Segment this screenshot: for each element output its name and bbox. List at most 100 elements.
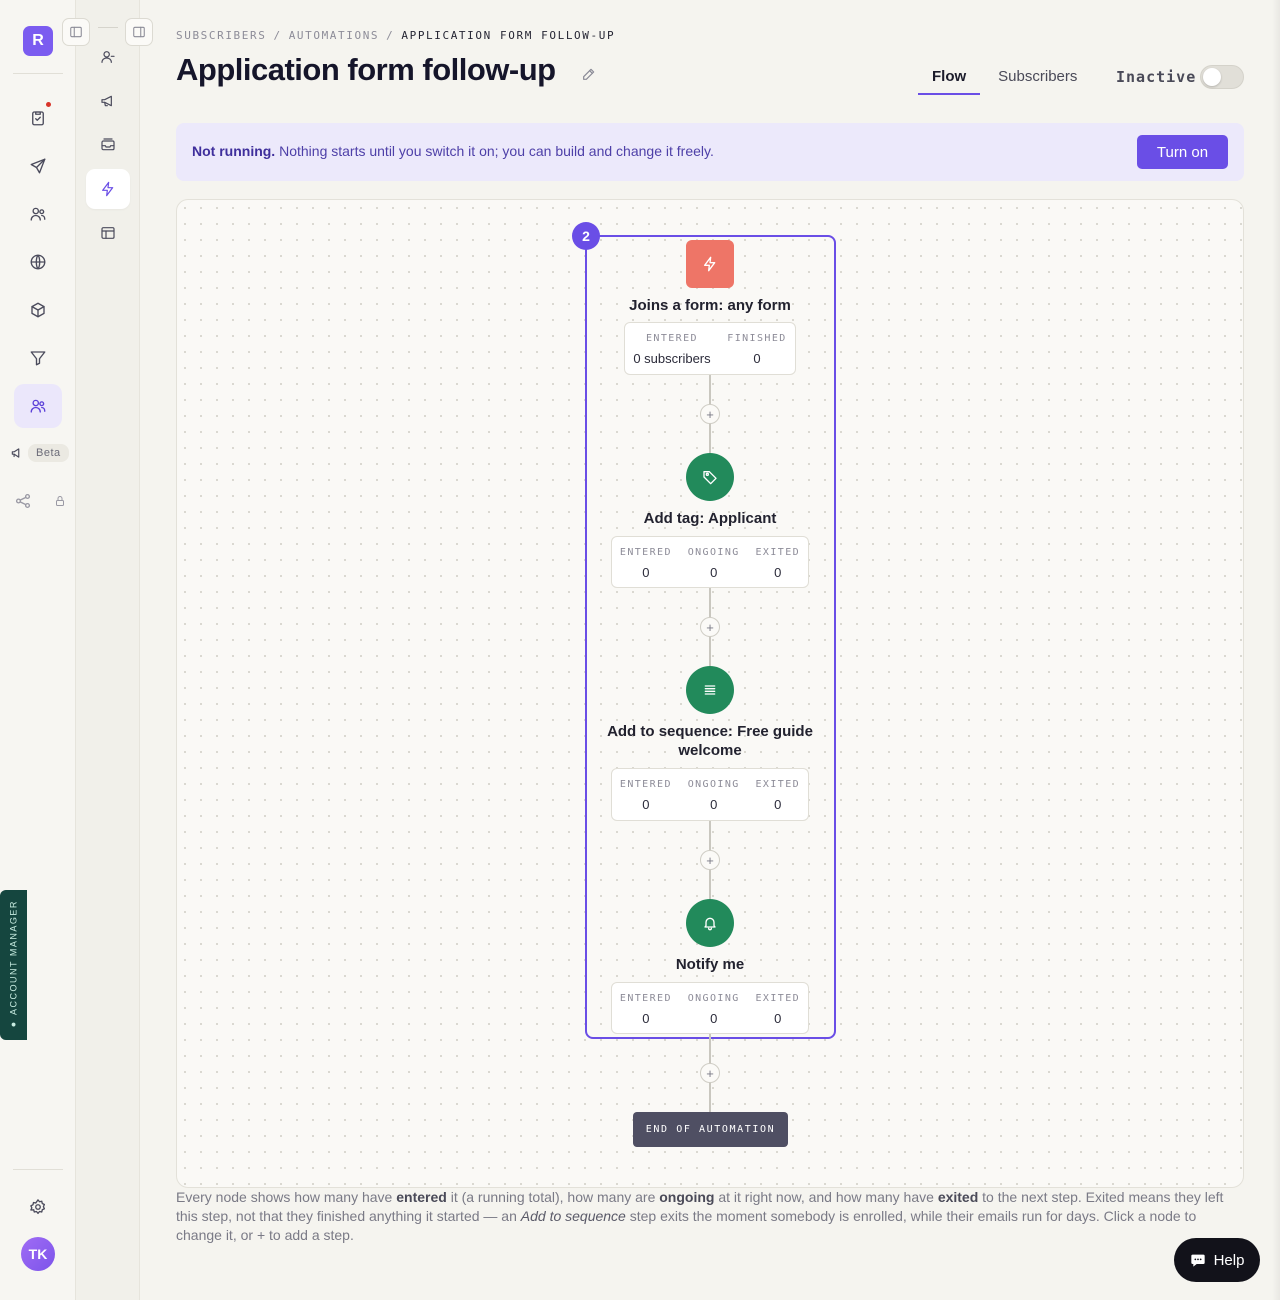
tab-flow[interactable]: Flow: [918, 58, 981, 95]
subnav-item-broadcasts[interactable]: [86, 81, 130, 121]
turn-on-button[interactable]: Turn on: [1137, 135, 1228, 169]
stat-label: ONGOING: [687, 993, 740, 1004]
rail-divider: [13, 73, 63, 74]
stat-value: 0: [642, 565, 650, 580]
lock-icon: [56, 496, 64, 506]
list-icon: [704, 685, 716, 695]
add-step-button[interactable]: +: [700, 404, 720, 424]
stat-entered: ENTERED 0: [620, 547, 672, 587]
stat-label: EXITED: [755, 547, 801, 558]
automation-active-toggle[interactable]: [1200, 65, 1244, 89]
pencil-icon[interactable]: [581, 66, 597, 82]
beta-badge: Beta: [28, 444, 69, 462]
collapse-subnav-button[interactable]: [125, 18, 153, 46]
footnote-text: Every node shows how many have: [176, 1189, 397, 1205]
stat-value: 0: [753, 351, 761, 366]
users-icon: [30, 399, 46, 413]
step-node-icon[interactable]: [686, 453, 734, 501]
layout-icon: [101, 227, 115, 239]
footnote-emphasis: exited: [937, 1189, 979, 1205]
app-logo[interactable]: R: [23, 26, 53, 56]
add-step-button[interactable]: +: [700, 617, 720, 637]
inbox-icon: [101, 138, 115, 151]
sidebar-panel-icon: [70, 26, 82, 38]
stat-value: 0 subscribers: [633, 351, 711, 366]
paper-plane-icon: [30, 158, 46, 174]
trigger-stats: ENTERED 0 subscribers FINISHED 0: [624, 322, 796, 375]
primary-rail: R Beta ● ACCOUNT MANAGER TK: [0, 0, 76, 1300]
subnav-item-inbox[interactable]: [86, 125, 130, 165]
help-label: Help: [1213, 1251, 1245, 1269]
rail-item-beta[interactable]: Beta: [10, 444, 69, 462]
stat-ongoing: ONGOING 0: [688, 547, 740, 587]
stat-exited: EXITED 0: [756, 779, 801, 820]
help-button[interactable]: Help: [1174, 1238, 1260, 1282]
subnav-item-automations[interactable]: [86, 169, 130, 209]
end-of-automation-marker: END OF AUTOMATION: [633, 1112, 788, 1147]
trigger-node-icon[interactable]: [686, 240, 734, 288]
avatar[interactable]: TK: [21, 1237, 55, 1271]
stat-label: ENTERED: [646, 333, 698, 344]
subnav-item-layouts[interactable]: [86, 213, 130, 253]
subnav-item-people[interactable]: [86, 37, 130, 77]
step-node-title[interactable]: Notify me: [600, 955, 820, 974]
step-node-title[interactable]: Add tag: Applicant: [600, 509, 820, 528]
stat-value: 0: [774, 1011, 782, 1026]
stat-label: EXITED: [755, 993, 801, 1004]
filter-icon: [30, 351, 46, 366]
rail-item-share[interactable]: [14, 492, 66, 510]
rail-item-tasks[interactable]: [14, 96, 62, 140]
rail-item-audience[interactable]: [14, 192, 62, 236]
step-stats: ENTERED 0 ONGOING 0 EXITED 0: [611, 768, 809, 821]
settings-button[interactable]: [14, 1185, 62, 1229]
box-icon: [31, 302, 45, 318]
stat-ongoing: ONGOING 0: [688, 779, 740, 820]
stat-entered: ENTERED 0 subscribers: [633, 333, 710, 374]
rail-item-send[interactable]: [14, 144, 62, 188]
stat-exited: EXITED 0: [756, 547, 801, 587]
stat-value: 0: [710, 1011, 718, 1026]
trigger-node-title[interactable]: Joins a form: any form: [600, 296, 820, 315]
view-tabs: Flow Subscribers: [918, 58, 1091, 95]
rail-item-products[interactable]: [14, 288, 62, 332]
footnote-text: it (a running total), how many are: [446, 1189, 660, 1205]
tab-subscribers[interactable]: Subscribers: [984, 58, 1091, 95]
stat-value: 0: [710, 797, 718, 812]
add-step-button[interactable]: +: [700, 850, 720, 870]
account-manager-tab[interactable]: ● ACCOUNT MANAGER: [0, 890, 27, 1040]
share-icon: [15, 493, 31, 509]
toggle-knob: [1203, 68, 1221, 86]
gear-icon: [30, 1199, 46, 1215]
rail-divider: [13, 1169, 63, 1170]
banner-message: Not running. Nothing starts until you sw…: [192, 143, 714, 159]
chat-bubble-icon: [1190, 1254, 1205, 1267]
megaphone-icon: [11, 448, 20, 458]
step-node-title[interactable]: Add to sequence: Free guide welcome: [600, 722, 820, 760]
stat-label: EXITED: [755, 779, 801, 790]
automation-status-label: Inactive: [1116, 68, 1197, 86]
breadcrumb-link-automations[interactable]: AUTOMATIONS: [289, 29, 379, 42]
step-node-icon[interactable]: [686, 666, 734, 714]
rail-divider: [98, 27, 118, 28]
stat-ongoing: ONGOING 0: [688, 993, 740, 1033]
rail-item-websites[interactable]: [14, 240, 62, 284]
stat-finished: FINISHED 0: [727, 333, 786, 374]
rail-item-subscribers[interactable]: [14, 384, 62, 428]
tag-icon: [703, 471, 717, 485]
stat-label: ONGOING: [687, 547, 740, 558]
stat-value: 0: [642, 1011, 650, 1026]
step-node-icon[interactable]: [686, 899, 734, 947]
add-step-button[interactable]: +: [700, 1063, 720, 1083]
collapse-rail-button[interactable]: [62, 18, 90, 46]
footnote-text: at it right now, and how many have: [714, 1189, 938, 1205]
rail-item-funnels[interactable]: [14, 336, 62, 380]
sidebar-panel-icon: [133, 26, 145, 38]
breadcrumb: SUBSCRIBERS / AUTOMATIONS / APPLICATION …: [176, 29, 615, 42]
notification-dot: [46, 102, 51, 107]
breadcrumb-link-subscribers[interactable]: SUBSCRIBERS: [176, 29, 266, 42]
stat-label: ENTERED: [619, 547, 672, 558]
bell-icon: [704, 917, 716, 931]
flow-legend-footnote: Every node shows how many have entered i…: [176, 1188, 1246, 1245]
stat-label: ONGOING: [687, 779, 740, 790]
stat-entered: ENTERED 0: [620, 993, 672, 1033]
